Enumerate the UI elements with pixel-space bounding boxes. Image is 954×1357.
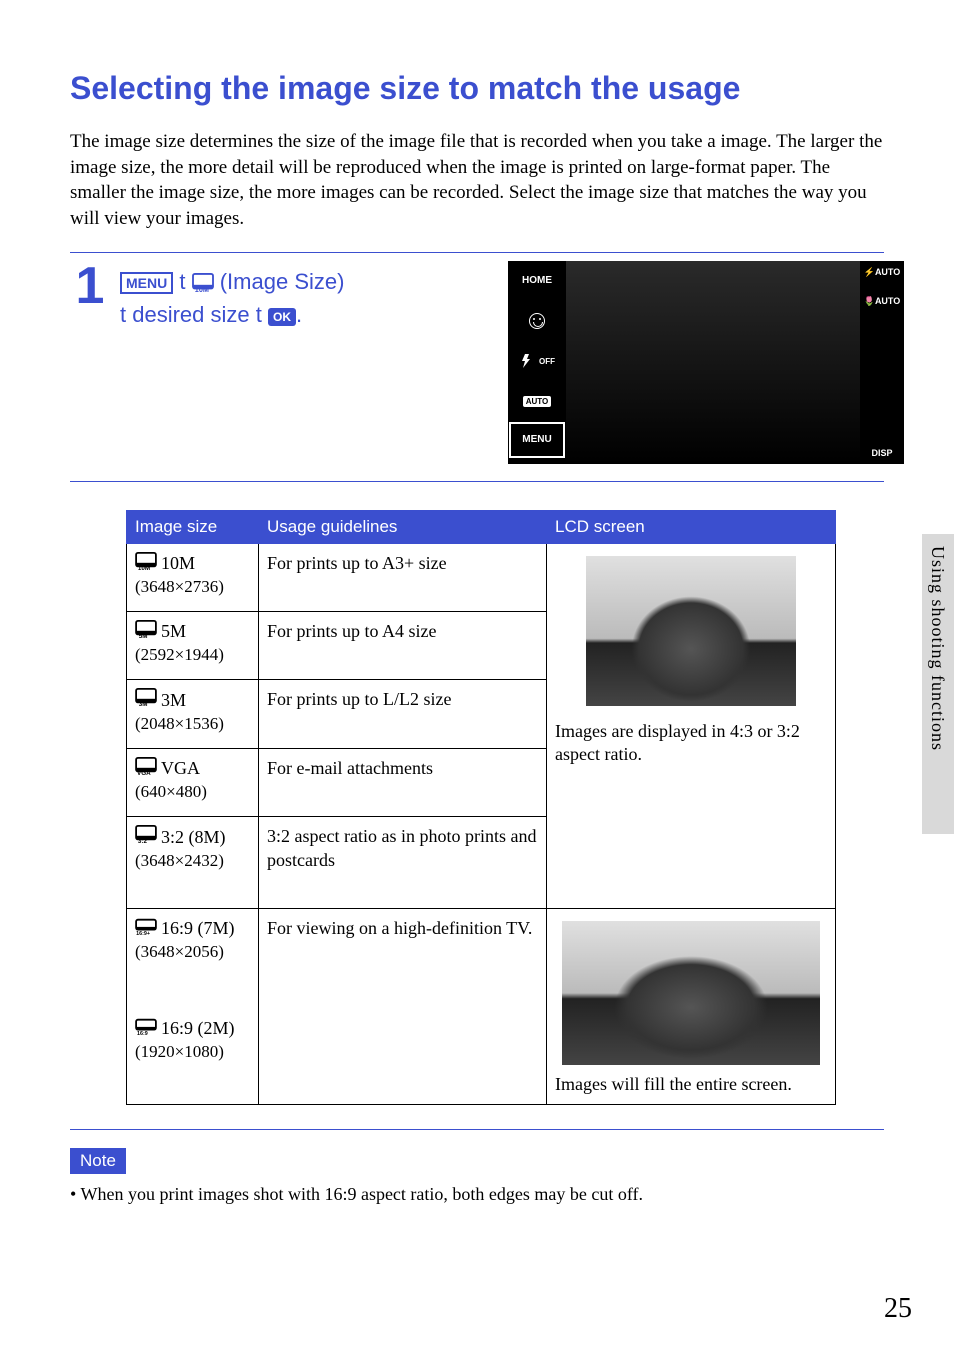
- size-10m-icon: 10M: [135, 552, 157, 576]
- guide-text: For viewing on a high-definition TV.: [267, 918, 532, 938]
- note-list: When you print images shot with 16:9 asp…: [70, 1184, 884, 1205]
- size-169-icon: 16:9: [135, 1017, 157, 1041]
- table-row: 10M 10M (3648×2736) For prints up to A3+…: [127, 543, 836, 611]
- table-row: 16:9+ 16:9 (7M) (3648×2056) For viewing …: [127, 908, 836, 1009]
- guide-text: For prints up to A3+ size: [267, 552, 538, 603]
- page-title: Selecting the image size to match the us…: [70, 70, 884, 107]
- arrow-icon: t: [179, 269, 185, 294]
- lcd-caption-43: Images are displayed in 4:3 or 3:2 aspec…: [555, 720, 827, 767]
- lcd-auto-button[interactable]: AUTO: [508, 381, 566, 421]
- step-number: 1: [70, 263, 110, 330]
- size-169plus-icon: 16:9+: [135, 917, 157, 941]
- size-label: 5M: [161, 620, 186, 643]
- menu-badge-icon: MENU: [120, 272, 173, 295]
- section-divider: [70, 1129, 884, 1130]
- macro-auto-icon[interactable]: 🌷AUTO: [864, 296, 901, 307]
- flash-off-label: OFF: [539, 357, 555, 366]
- flash-auto-icon[interactable]: ⚡AUTO: [864, 267, 901, 278]
- size-res: (640×480): [135, 781, 250, 803]
- section-side-label: Using shooting functions: [927, 546, 948, 751]
- svg-text:10M: 10M: [194, 285, 208, 293]
- sample-43-image: [586, 556, 796, 706]
- auto-badge: AUTO: [523, 396, 552, 407]
- camera-lcd-preview: HOME OFF AUTO MENU ⚡AUTO 🌷AUTO DISP: [508, 261, 904, 464]
- guide-text: 3:2 aspect ratio as in photo prints and …: [267, 825, 538, 900]
- page-number: 25: [884, 1293, 912, 1325]
- guide-text: For prints up to A4 size: [267, 620, 538, 671]
- size-res: (3648×2432): [135, 850, 250, 872]
- size-label: 16:9 (2M): [161, 1017, 235, 1040]
- step-desired-size: desired size: [132, 302, 249, 327]
- lcd-caption-169: Images will fill the entire screen.: [555, 1073, 792, 1096]
- lcd-flash-off-button[interactable]: OFF: [508, 341, 566, 381]
- size-label: 3:2 (8M): [161, 826, 226, 849]
- intro-text: The image size determines the size of th…: [70, 129, 884, 232]
- size-label: 3M: [161, 689, 186, 712]
- image-size-table: Image size Usage guidelines LCD screen 1…: [126, 510, 836, 1106]
- size-3m-icon: 3M: [135, 688, 157, 712]
- lcd-menu-button[interactable]: MENU: [509, 422, 565, 458]
- size-label: VGA: [161, 757, 200, 780]
- size-res: (3648×2056): [135, 941, 250, 963]
- th-image-size: Image size: [127, 510, 259, 543]
- size-res: (1920×1080): [135, 1041, 250, 1063]
- lcd-disp-button[interactable]: DISP: [871, 448, 892, 458]
- step-label: (Image Size): [220, 269, 345, 294]
- size-res: (2048×1536): [135, 713, 250, 735]
- svg-text:VGA: VGA: [137, 770, 151, 775]
- size-res: (3648×2736): [135, 576, 250, 598]
- smiley-icon: [529, 313, 545, 329]
- step-period: .: [296, 302, 302, 327]
- size-label: 16:9 (7M): [161, 917, 235, 940]
- svg-text:16:9: 16:9: [137, 1031, 148, 1035]
- th-usage: Usage guidelines: [259, 510, 547, 543]
- sample-169-image: [562, 921, 820, 1065]
- size-res: (2592×1944): [135, 644, 250, 666]
- arrow-icon: t: [256, 302, 262, 327]
- th-lcd: LCD screen: [547, 510, 836, 543]
- lcd-viewport: [566, 261, 860, 464]
- image-size-icon: 10M: [192, 271, 214, 301]
- arrow-icon: t: [120, 302, 126, 327]
- note-heading: Note: [70, 1148, 126, 1174]
- svg-text:5M: 5M: [139, 633, 148, 638]
- ok-badge-icon: OK: [268, 308, 296, 326]
- svg-text:3:2: 3:2: [138, 838, 148, 843]
- guide-text: For prints up to L/L2 size: [267, 688, 538, 739]
- size-vga-icon: VGA: [135, 757, 157, 781]
- svg-text:10M: 10M: [138, 565, 150, 570]
- svg-text:3M: 3M: [139, 701, 148, 706]
- svg-text:16:9+: 16:9+: [136, 931, 150, 935]
- guide-text: For e-mail attachments: [267, 757, 538, 808]
- size-label: 10M: [161, 552, 195, 575]
- size-5m-icon: 5M: [135, 620, 157, 644]
- lcd-smile-button[interactable]: [508, 301, 566, 341]
- lcd-home-button[interactable]: HOME: [508, 261, 566, 301]
- size-32-icon: 3:2: [135, 825, 157, 849]
- note-item: When you print images shot with 16:9 asp…: [70, 1184, 884, 1205]
- step-instruction: MENU t 10M (Image Size) t desired size t…: [120, 263, 344, 330]
- step-section: 1 MENU t 10M (Image Size) t desired size…: [70, 252, 884, 482]
